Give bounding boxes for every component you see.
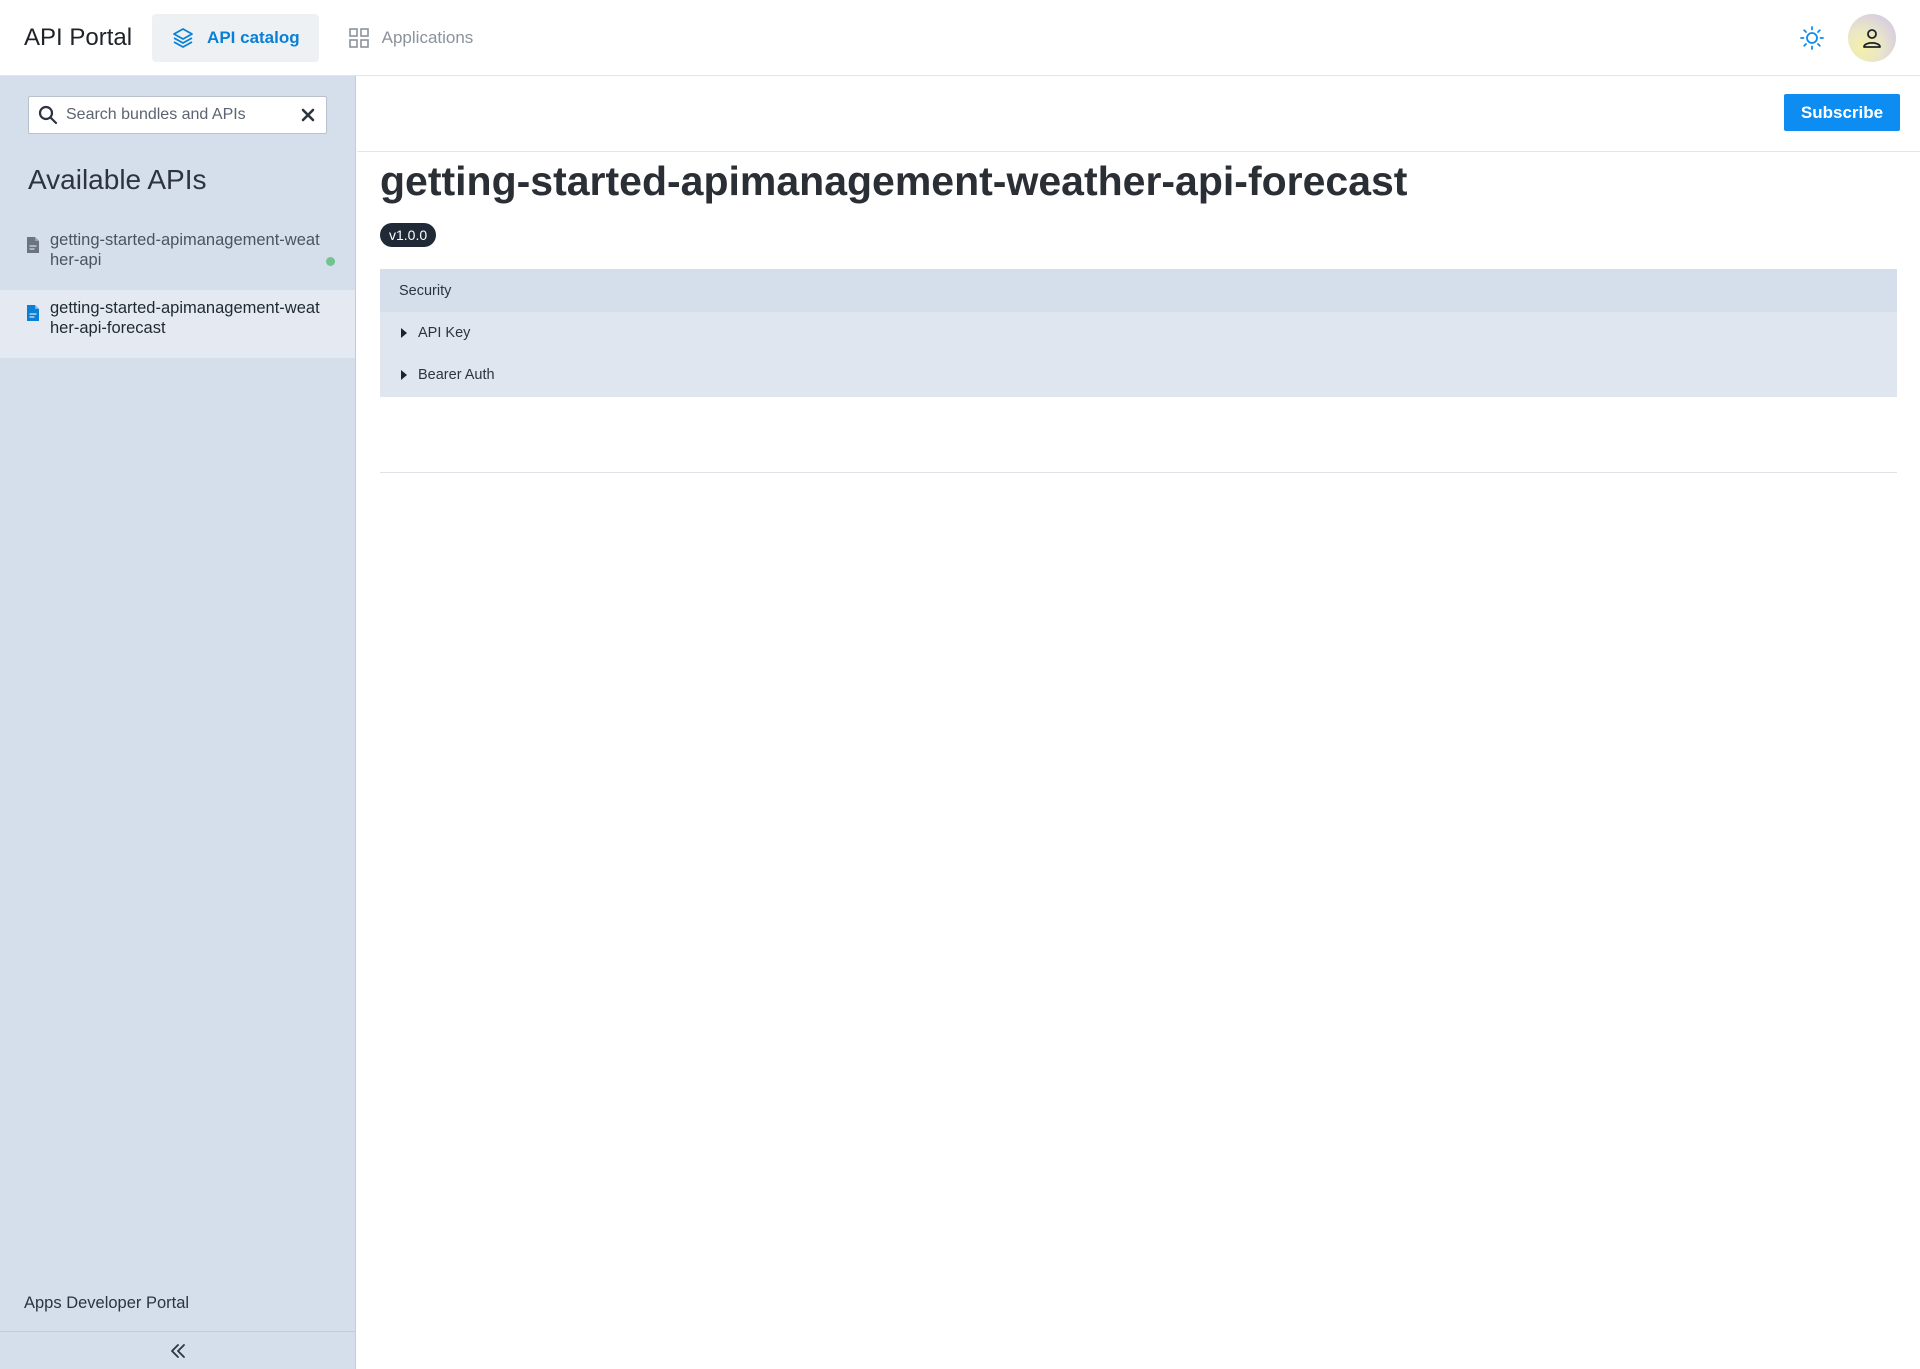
sidebar: Available APIs getting-started-apimanage… [0,76,356,1369]
security-scheme-label: API Key [418,325,471,341]
available-apis-heading: Available APIs [28,164,207,195]
api-list: getting-started-apimanagement-weather-ap… [0,222,355,358]
theme-toggle-button[interactable] [1792,18,1832,58]
avatar[interactable] [1848,13,1896,62]
sidebar-item-label: getting-started-apimanagement-weather-ap… [50,299,320,337]
page-title: getting-started-apimanagement-weather-ap… [380,158,1408,204]
search-box [28,96,327,134]
status-dot [326,257,335,266]
clear-search-icon[interactable] [300,107,316,123]
user-icon [1861,27,1883,49]
sun-icon [1799,25,1825,51]
tab-api-catalog[interactable]: API catalog [152,13,319,62]
sidebar-footer-text: Apps Developer Portal [24,1294,190,1312]
document-icon [26,304,40,322]
version-badge: v1.0.0 [380,223,437,247]
security-panel: Security API Key Bearer Auth [380,269,1897,397]
security-scheme-api-key[interactable]: API Key [380,312,1897,354]
document-icon [26,236,40,254]
tab-applications-label: Applications [381,27,474,47]
caret-right-icon [400,328,408,338]
main-content: Subscribe getting-started-apimanagement-… [357,76,1920,1369]
security-scheme-label: Bearer Auth [418,367,495,383]
divider [380,472,1897,473]
double-chevron-left-icon [169,1342,187,1360]
sidebar-item-label: getting-started-apimanagement-weather-ap… [50,231,320,269]
search-icon [38,105,58,125]
main-header: Subscribe [357,76,1920,152]
sidebar-item-weather-api-forecast[interactable]: getting-started-apimanagement-weather-ap… [0,290,355,358]
search-input[interactable] [66,106,286,124]
tab-api-catalog-label: API catalog [207,27,300,47]
top-bar: API Portal API catalog Applications [0,0,1920,76]
tab-applications[interactable]: Applications [329,14,493,62]
security-header: Security [380,269,1897,312]
caret-right-icon [400,370,408,380]
sidebar-item-weather-api[interactable]: getting-started-apimanagement-weather-ap… [0,222,355,290]
security-scheme-bearer-auth[interactable]: Bearer Auth [380,354,1897,396]
collapse-sidebar-button[interactable] [0,1331,355,1369]
subscribe-button[interactable]: Subscribe [1784,94,1900,131]
brand-title[interactable]: API Portal [24,24,132,52]
layers-icon [171,26,207,50]
grid-icon [348,27,382,49]
